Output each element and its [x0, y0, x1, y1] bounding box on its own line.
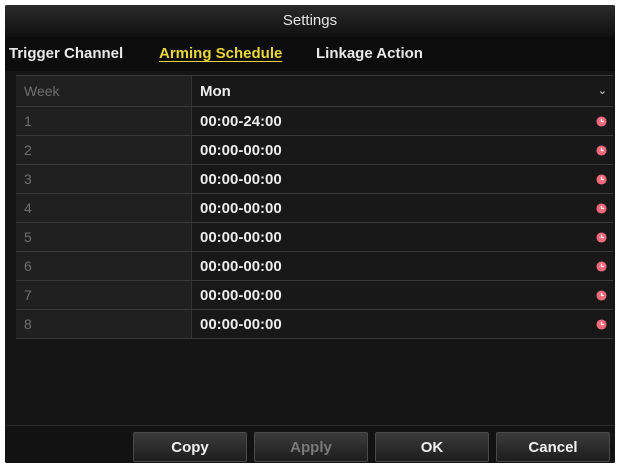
- period-index: 3: [16, 165, 192, 193]
- table-row: 4 00:00-00:00: [16, 194, 613, 223]
- period-time-field[interactable]: 00:00-24:00: [192, 107, 613, 135]
- tab-linkage-action[interactable]: Linkage Action: [316, 37, 423, 71]
- period-time: 00:00-00:00: [200, 199, 282, 217]
- cancel-button[interactable]: Cancel: [496, 432, 610, 462]
- period-time: 00:00-24:00: [200, 112, 282, 130]
- clock-icon[interactable]: [596, 174, 607, 185]
- period-time-field[interactable]: 00:00-00:00: [192, 165, 613, 193]
- period-time-field[interactable]: 00:00-00:00: [192, 194, 613, 222]
- period-index: 4: [16, 194, 192, 222]
- period-index: 5: [16, 223, 192, 251]
- table-row: 6 00:00-00:00: [16, 252, 613, 281]
- period-time-field[interactable]: 00:00-00:00: [192, 136, 613, 164]
- clock-icon[interactable]: [596, 145, 607, 156]
- clock-icon[interactable]: [596, 261, 607, 272]
- clock-icon[interactable]: [596, 290, 607, 301]
- table-row: 5 00:00-00:00: [16, 223, 613, 252]
- ok-button[interactable]: OK: [375, 432, 489, 462]
- period-time: 00:00-00:00: [200, 257, 282, 275]
- period-time: 00:00-00:00: [200, 315, 282, 333]
- settings-dialog: Settings Trigger Channel Arming Schedule…: [5, 5, 615, 463]
- period-time: 00:00-00:00: [200, 228, 282, 246]
- clock-icon[interactable]: [596, 116, 607, 127]
- period-time: 00:00-00:00: [200, 141, 282, 159]
- clock-icon[interactable]: [596, 319, 607, 330]
- period-index: 2: [16, 136, 192, 164]
- dialog-footer: Copy Apply OK Cancel: [5, 425, 615, 463]
- tab-arming-schedule[interactable]: Arming Schedule: [159, 37, 282, 71]
- week-label: Week: [16, 76, 192, 106]
- period-time: 00:00-00:00: [200, 286, 282, 304]
- clock-icon[interactable]: [596, 232, 607, 243]
- period-index: 8: [16, 310, 192, 338]
- period-time-field[interactable]: 00:00-00:00: [192, 223, 613, 251]
- table-row: 1 00:00-24:00: [16, 107, 613, 136]
- week-row: Week Mon ⌄: [16, 75, 613, 107]
- week-select[interactable]: Mon ⌄: [192, 76, 613, 106]
- period-time-field[interactable]: 00:00-00:00: [192, 252, 613, 280]
- period-time: 00:00-00:00: [200, 170, 282, 188]
- table-row: 2 00:00-00:00: [16, 136, 613, 165]
- table-row: 8 00:00-00:00: [16, 310, 613, 339]
- period-index: 7: [16, 281, 192, 309]
- table-row: 7 00:00-00:00: [16, 281, 613, 310]
- period-time-field[interactable]: 00:00-00:00: [192, 310, 613, 338]
- copy-button[interactable]: Copy: [133, 432, 247, 462]
- tab-bar: Trigger Channel Arming Schedule Linkage …: [5, 37, 615, 71]
- tab-trigger-channel[interactable]: Trigger Channel: [9, 37, 123, 71]
- period-time-field[interactable]: 00:00-00:00: [192, 281, 613, 309]
- dialog-title: Settings: [5, 5, 615, 37]
- schedule-table: Week Mon ⌄ 1 00:00-24:00 2 00:00-00:00 3…: [16, 75, 613, 339]
- clock-icon[interactable]: [596, 203, 607, 214]
- apply-button[interactable]: Apply: [254, 432, 368, 462]
- period-index: 6: [16, 252, 192, 280]
- period-index: 1: [16, 107, 192, 135]
- table-row: 3 00:00-00:00: [16, 165, 613, 194]
- week-value: Mon: [200, 82, 231, 100]
- chevron-down-icon[interactable]: ⌄: [598, 84, 607, 97]
